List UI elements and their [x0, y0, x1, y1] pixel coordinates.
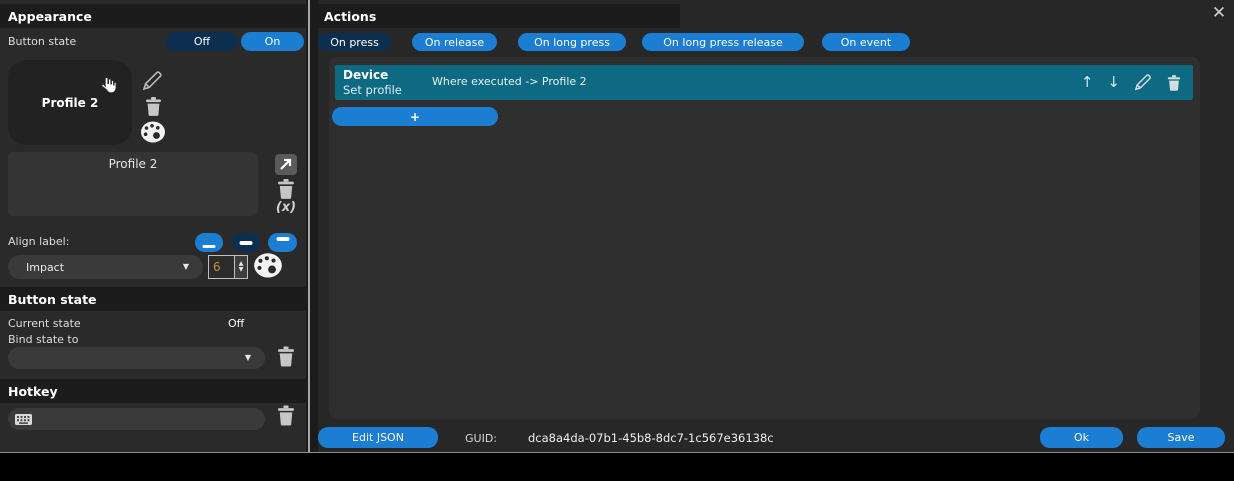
tab-on-event[interactable]: On event: [822, 33, 910, 51]
palette-icon: [254, 253, 282, 278]
button-state-toggle-label: Button state: [8, 35, 77, 48]
state-off-label: Off: [193, 35, 211, 48]
bind-state-label: Bind state to: [8, 333, 79, 346]
appearance-section-title: Appearance: [8, 8, 92, 24]
hand-cursor-icon: [101, 77, 117, 94]
trash-icon: [278, 346, 294, 367]
font-size-value: 6: [213, 260, 221, 274]
trash-icon: [278, 405, 294, 426]
action-item-row[interactable]: Device Set profile Where executed -> Pro…: [335, 65, 1193, 100]
action-category: Device: [343, 68, 389, 82]
save-label: Save: [1167, 431, 1195, 444]
button-label-textarea[interactable]: Profile 2: [8, 152, 258, 216]
delete-action-button[interactable]: [1167, 74, 1181, 91]
save-button[interactable]: Save: [1137, 427, 1225, 448]
popout-label-editor-button[interactable]: [275, 154, 297, 175]
open-external-arrow-icon: [280, 158, 292, 170]
hotkey-section-header: Hotkey: [0, 379, 306, 403]
trash-icon: [1167, 74, 1181, 91]
trash-icon: [146, 97, 161, 116]
keyboard-icon: [15, 413, 32, 425]
edit-json-label: Edit JSON: [352, 431, 404, 444]
close-icon: ✕: [1211, 3, 1227, 23]
hotkey-input[interactable]: [8, 408, 265, 430]
align-top-glyph: [276, 237, 289, 241]
clear-label-symbol: (x): [275, 200, 297, 215]
left-panel-scrollbar[interactable]: [308, 0, 310, 452]
arrow-down-icon: ↓: [1107, 73, 1120, 91]
edit-json-button[interactable]: Edit JSON: [318, 427, 438, 448]
current-state-label: Current state: [8, 317, 81, 330]
font-size-input[interactable]: 6 ▲ ▼: [208, 255, 248, 279]
font-size-stepper[interactable]: ▲ ▼: [234, 256, 247, 278]
tab-label: On event: [840, 35, 892, 49]
actions-section-title: Actions: [324, 8, 377, 24]
edit-action-button[interactable]: [1134, 74, 1153, 91]
button-editor-dialog: Appearance Button state Off On Profile 2: [0, 0, 1234, 481]
add-action-button[interactable]: +: [332, 107, 498, 126]
move-action-down-button[interactable]: ↓: [1107, 75, 1120, 90]
align-middle-glyph: [239, 241, 253, 245]
appearance-section-header: Appearance: [0, 4, 306, 28]
tab-label: On long press release: [663, 35, 783, 49]
state-off-toggle[interactable]: Off: [166, 32, 238, 51]
pencil-icon: [1134, 74, 1151, 91]
chevron-down-icon: ▼: [182, 262, 189, 271]
appearance-panel: Appearance Button state Off On Profile 2: [0, 0, 306, 453]
align-bottom-button[interactable]: [195, 233, 223, 252]
tab-on-release[interactable]: On release: [412, 33, 497, 51]
tab-label: On press: [330, 35, 379, 49]
button-label-value: Profile 2: [108, 157, 158, 171]
plus-icon: +: [409, 109, 421, 124]
tab-label: On long press: [534, 35, 610, 49]
tab-on-long-press[interactable]: On long press: [518, 33, 626, 51]
align-middle-button[interactable]: [232, 233, 260, 252]
pencil-icon: [142, 71, 162, 91]
align-bottom-glyph: [202, 244, 216, 248]
state-on-label: On: [264, 35, 281, 48]
palette-icon: [141, 121, 165, 143]
clear-label-button[interactable]: (x): [270, 200, 302, 215]
font-family-dropdown[interactable]: Impact ▼: [8, 255, 203, 279]
tab-label: On release: [424, 35, 485, 49]
tab-on-long-press-release[interactable]: On long press release: [642, 33, 804, 51]
delete-label-button[interactable]: [277, 179, 295, 199]
label-color-button[interactable]: [253, 252, 283, 283]
chevron-down-icon: ▼: [244, 353, 251, 362]
button-preview-label: Profile 2: [41, 95, 99, 110]
state-on-toggle[interactable]: On: [241, 32, 304, 51]
delete-image-button[interactable]: [145, 97, 162, 116]
action-description: Where executed -> Profile 2: [432, 75, 587, 88]
tab-on-press[interactable]: On press: [318, 33, 391, 51]
font-family-value: Impact: [26, 260, 65, 274]
hotkey-section-title: Hotkey: [8, 383, 58, 399]
align-label-text: Align label:: [8, 235, 70, 248]
actions-section-header: Actions: [318, 4, 680, 28]
button-preview[interactable]: Profile 2: [8, 60, 132, 145]
button-state-section-header: Button state: [0, 287, 306, 311]
edit-image-button[interactable]: [142, 71, 164, 94]
spinner-down-icon: ▼: [238, 266, 244, 273]
ok-button[interactable]: Ok: [1040, 427, 1123, 448]
clear-hotkey-button[interactable]: [277, 405, 295, 426]
arrow-up-icon: ↑: [1080, 73, 1094, 91]
image-color-button[interactable]: [140, 121, 166, 147]
ok-label: Ok: [1073, 431, 1090, 444]
move-action-up-button[interactable]: ↑: [1081, 75, 1094, 90]
clear-bind-state-button[interactable]: [277, 346, 295, 367]
guid-value: dca8a4da-07b1-45b8-8dc7-1c567e36138c: [528, 431, 774, 445]
button-state-section-title: Button state: [8, 291, 97, 307]
close-dialog-button[interactable]: ✕: [1206, 2, 1232, 24]
current-state-value: Off: [228, 317, 245, 330]
action-name: Set profile: [343, 83, 402, 97]
trash-icon: [278, 179, 294, 199]
guid-label: GUID:: [465, 432, 497, 445]
bind-state-dropdown[interactable]: ▼: [8, 347, 265, 369]
background-bottom-band: [0, 453, 1234, 481]
align-top-button[interactable]: [268, 233, 297, 252]
